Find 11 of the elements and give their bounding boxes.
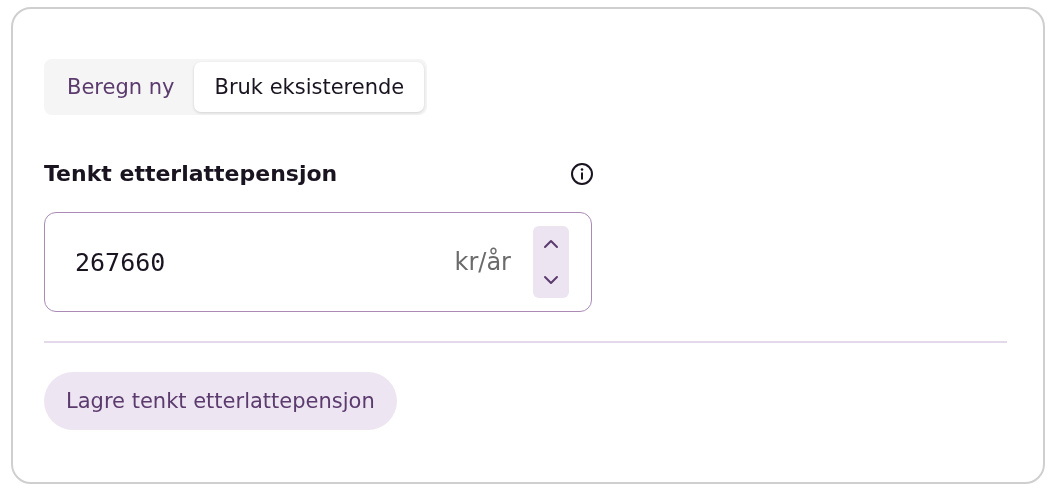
tab[interactable]: Bruk eksisterende (194, 62, 425, 112)
chevron-down-icon[interactable] (542, 274, 560, 286)
save-button[interactable]: Lagre tenkt etterlattepensjon (44, 372, 397, 430)
number-input-field[interactable]: 267660 kr/år (44, 212, 592, 312)
unit-label: kr/år (454, 248, 511, 276)
info-icon[interactable] (570, 161, 594, 186)
tab[interactable]: Beregn ny (47, 62, 195, 112)
field-value: 267660 (75, 247, 167, 277)
stepper[interactable] (533, 226, 569, 298)
field-label: Tenkt etterlattepensjon (44, 161, 338, 186)
chevron-up-icon[interactable] (542, 238, 560, 250)
